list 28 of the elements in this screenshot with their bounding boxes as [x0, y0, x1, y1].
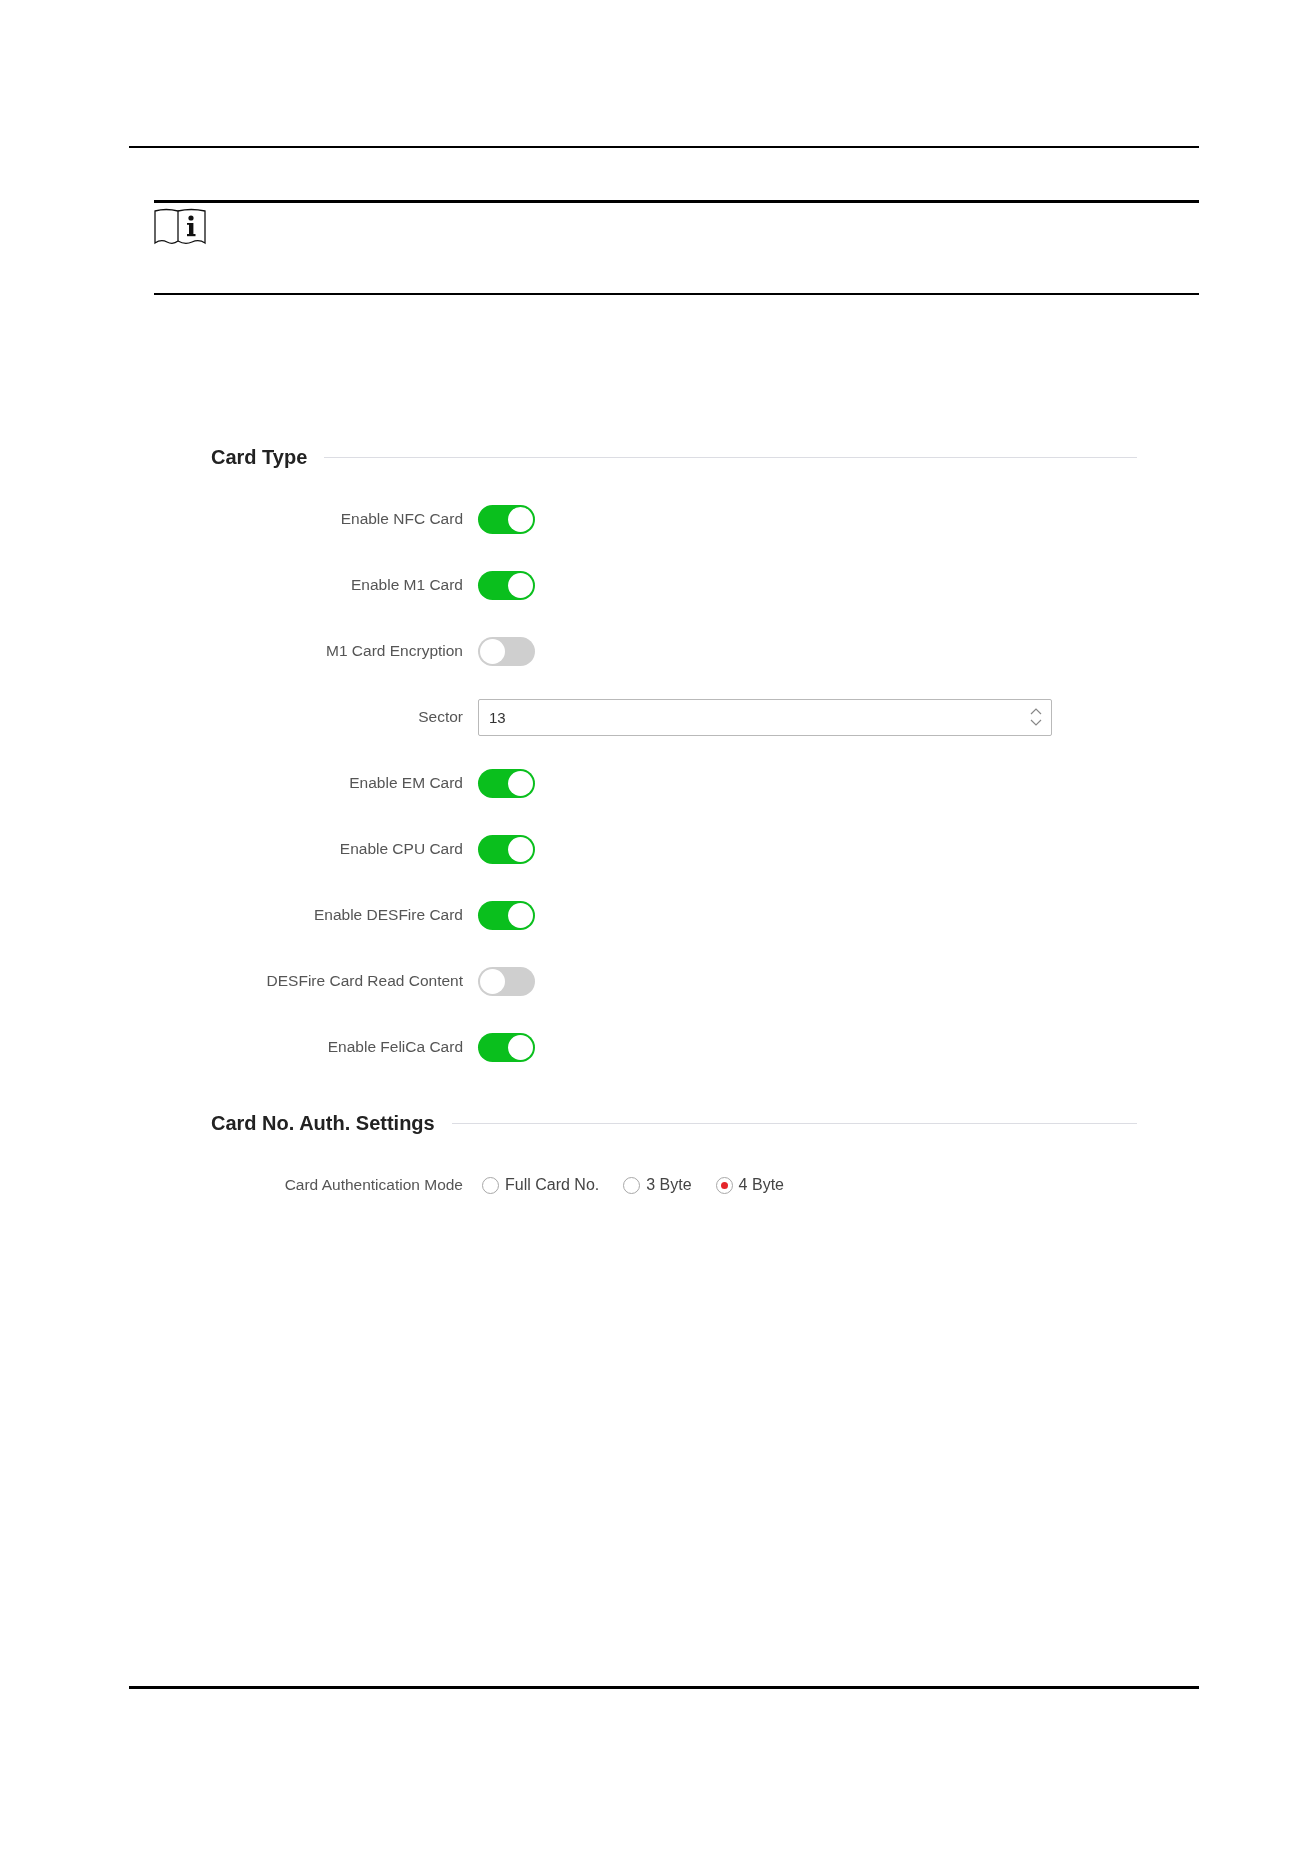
field-label: M1 Card Encryption: [326, 642, 463, 660]
radio-label[interactable]: 3 Byte: [646, 1176, 692, 1194]
toggle-switch[interactable]: [478, 900, 535, 930]
radio-button[interactable]: [482, 1176, 499, 1194]
field-label: Enable CPU Card: [339, 840, 463, 858]
toggle-switch[interactable]: [478, 636, 535, 666]
toggle-switch[interactable]: [478, 768, 535, 798]
radio-label[interactable]: 4 Byte: [738, 1176, 784, 1194]
toggle-switch[interactable]: [478, 570, 535, 600]
radio-button[interactable]: [715, 1176, 733, 1194]
field-label: Enable DESFire Card: [313, 906, 463, 924]
number-field[interactable]: 13: [478, 698, 1052, 736]
toggle-switch[interactable]: [478, 1032, 535, 1062]
field-label: Card Authentication Mode: [284, 1176, 463, 1194]
field-label: Sector: [418, 708, 463, 726]
section-title: Card Type: [211, 445, 308, 469]
field-label: Enable EM Card: [349, 774, 463, 792]
toggle-switch[interactable]: [478, 834, 535, 864]
section-title: Card No. Auth. Settings: [211, 1111, 435, 1135]
field-label: DESFire Card Read Content: [266, 972, 463, 990]
radio-label[interactable]: Full Card No.: [505, 1176, 600, 1194]
info-book-icon: [154, 208, 206, 245]
toggle-switch[interactable]: [478, 966, 535, 996]
radio-button[interactable]: [623, 1176, 641, 1194]
field-label: Enable NFC Card: [340, 510, 463, 528]
field-label: Enable FeliCa Card: [327, 1038, 463, 1056]
field-label: Enable M1 Card: [351, 576, 463, 594]
toggle-switch[interactable]: [478, 504, 535, 534]
